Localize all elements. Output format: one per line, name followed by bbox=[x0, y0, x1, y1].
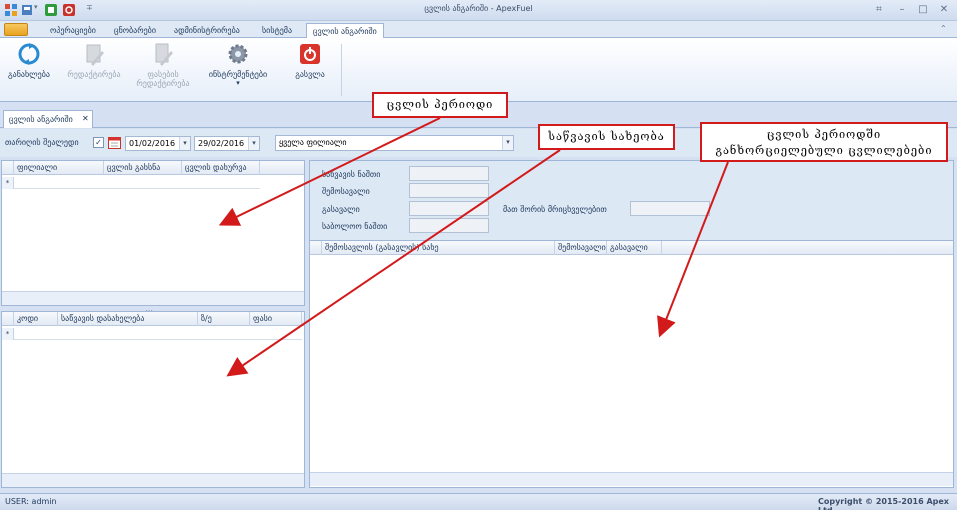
annotation-arrows bbox=[218, 117, 729, 377]
arrow-to-movements-grid bbox=[657, 161, 729, 338]
arrow-to-shifts-grid bbox=[218, 117, 441, 226]
arrow-to-fuel-grid bbox=[226, 149, 561, 377]
